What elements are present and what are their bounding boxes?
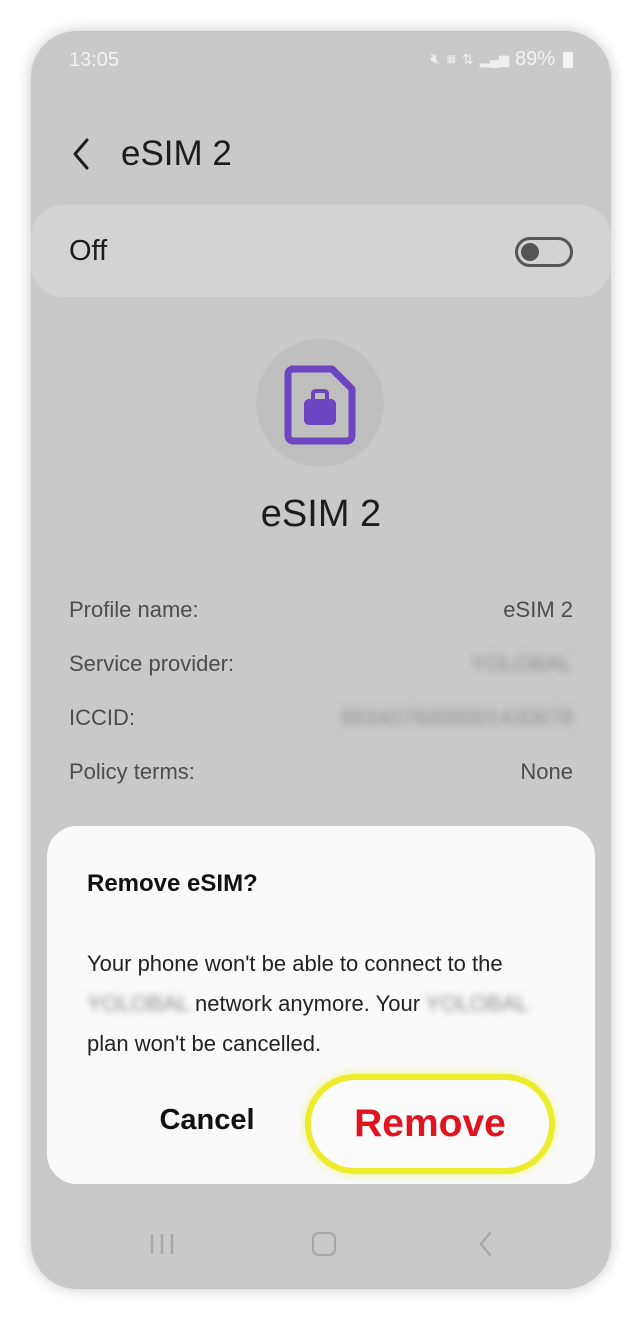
status-time: 13:05 — [69, 49, 120, 71]
home-icon[interactable] — [312, 1232, 336, 1256]
dialog-title: Remove eSIM? — [87, 870, 258, 897]
provider-name: YOLOBAL — [87, 991, 189, 1016]
remove-esim-dialog: Remove eSIM? Your phone won't be able to… — [47, 826, 595, 1184]
signal-icon: ▂▄▆ — [479, 51, 509, 67]
info-value: None — [520, 759, 573, 784]
dialog-text: Your phone won't be able to connect to t… — [87, 951, 503, 976]
info-value: YOLOBAL — [470, 651, 573, 676]
header: eSIM 2 — [31, 126, 611, 186]
info-label: ICCID: — [69, 705, 135, 730]
dialog-message: Your phone won't be able to connect to t… — [87, 944, 557, 1064]
provider-name: YOLOBAL — [425, 991, 528, 1016]
info-value: 8934076000001430678 — [340, 705, 573, 730]
phone-screen: 13:05 🔇︎ ▦ ⇅ ▂▄▆ 89% eSIM 2 Off eSIM 2 P… — [31, 31, 611, 1289]
volte-lte-icon: ▦ — [446, 53, 457, 65]
toggle-knob — [521, 243, 539, 261]
back-icon[interactable] — [476, 1230, 496, 1258]
chevron-left-icon[interactable] — [67, 134, 97, 174]
battery-percent: 89% — [514, 48, 555, 70]
sim-card-icon — [284, 365, 356, 445]
esim-toggle-row[interactable]: Off — [31, 205, 611, 297]
info-row-policy-terms: Policy terms: None — [69, 759, 573, 789]
mute-icon: 🔇︎ — [430, 50, 441, 68]
info-row-iccid: ICCID: 8934076000001430678 — [69, 705, 573, 735]
battery-icon — [563, 51, 573, 68]
info-label: Profile name: — [69, 597, 199, 622]
status-bar: 13:05 🔇︎ ▦ ⇅ ▂▄▆ 89% — [31, 31, 611, 91]
sim-name: eSIM 2 — [260, 493, 382, 535]
info-row-profile-name: Profile name: eSIM 2 — [69, 597, 573, 627]
info-label: Policy terms: — [69, 759, 195, 784]
page-title: eSIM 2 — [121, 134, 232, 173]
recent-apps-icon[interactable] — [149, 1233, 175, 1255]
remove-button[interactable]: Remove — [305, 1074, 555, 1174]
dialog-text: plan won't be cancelled. — [87, 1031, 322, 1056]
info-value: eSIM 2 — [503, 597, 573, 622]
esim-toggle-switch[interactable] — [515, 237, 573, 267]
dialog-text: network anymore. Your — [195, 991, 421, 1016]
navigation-bar — [31, 1221, 611, 1281]
sim-avatar — [256, 339, 384, 467]
info-row-service-provider: Service provider: YOLOBAL — [69, 651, 573, 681]
info-label: Service provider: — [69, 651, 235, 676]
status-icons: 🔇︎ ▦ ⇅ ▂▄▆ 89% — [430, 48, 573, 71]
wifi-calling-icon: ⇅ — [462, 51, 474, 67]
cancel-button[interactable]: Cancel — [147, 1104, 267, 1137]
toggle-label: Off — [69, 235, 108, 267]
